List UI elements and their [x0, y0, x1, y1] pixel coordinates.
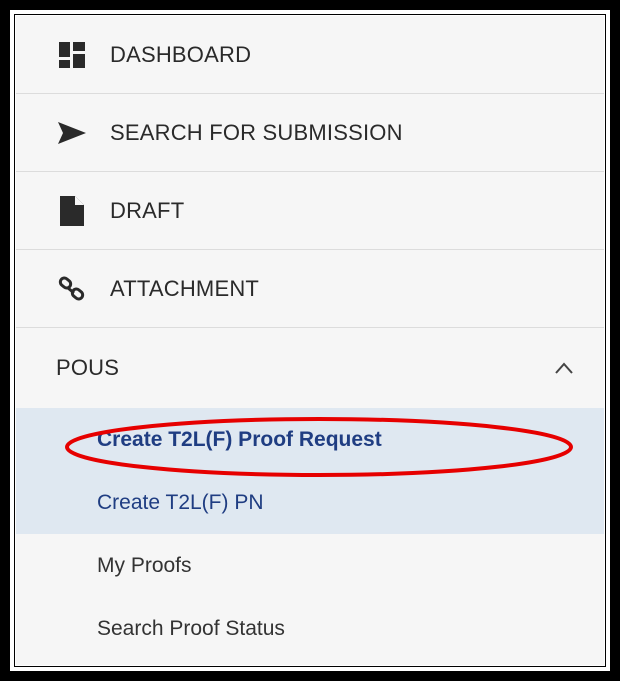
section-label: POUS	[56, 355, 120, 380]
dashboard-icon	[56, 39, 88, 71]
menu-item-label: DRAFT	[110, 197, 185, 223]
menu-item-label: ATTACHMENT	[110, 275, 260, 301]
document-icon	[56, 195, 88, 227]
sub-item-label: Search Proof Status	[97, 616, 285, 640]
link-icon	[56, 273, 88, 305]
menu-item-draft[interactable]: DRAFT	[16, 172, 604, 250]
menu-section-pous[interactable]: POUS	[16, 328, 604, 408]
sub-item-create-pn[interactable]: Create T2L(F) PN	[16, 471, 604, 534]
menu-item-label: SEARCH FOR SUBMISSION	[110, 119, 403, 145]
send-icon	[56, 117, 88, 149]
menu-item-attachment[interactable]: ATTACHMENT	[16, 250, 604, 328]
chevron-up-icon[interactable]	[554, 361, 574, 375]
sub-item-label: My Proofs	[97, 553, 192, 577]
menu-item-label: DASHBOARD	[110, 41, 252, 67]
side-menu: DASHBOARD SEARCH FOR SUBMISSION DRAFT AT…	[16, 16, 604, 665]
menu-item-search-for-submission[interactable]: SEARCH FOR SUBMISSION	[16, 94, 604, 172]
menu-item-dashboard[interactable]: DASHBOARD	[16, 16, 604, 94]
sub-item-label: Create T2L(F) Proof Request	[97, 427, 382, 451]
sub-item-label: Create T2L(F) PN	[97, 490, 264, 514]
sub-item-search-proof-status[interactable]: Search Proof Status	[16, 597, 604, 660]
sub-item-create-proof-request[interactable]: Create T2L(F) Proof Request	[16, 408, 604, 471]
sub-item-my-proofs[interactable]: My Proofs	[16, 534, 604, 597]
